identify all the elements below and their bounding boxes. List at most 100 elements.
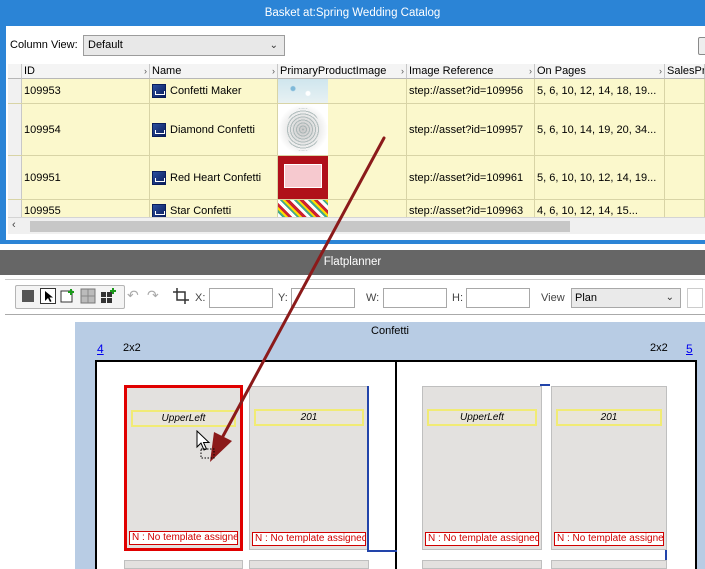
redo-icon[interactable]: ↷: [147, 287, 159, 304]
cell-image-ref: step://asset?id=109957: [407, 104, 535, 155]
cell-on-pages: 5, 6, 10, 10, 12, 14, 19...: [535, 156, 665, 199]
right-page-number-link[interactable]: 5: [686, 342, 693, 356]
chevron-right-icon: ›: [272, 66, 275, 76]
slot-label: 201: [254, 409, 364, 426]
spread-title: Confetti: [371, 325, 409, 337]
product-icon: [152, 170, 166, 185]
page-slot[interactable]: [249, 560, 369, 569]
page-slot[interactable]: UpperLeft N : No template assigned: [422, 386, 542, 550]
page-slot[interactable]: UpperLeft N : No template assigned: [124, 385, 243, 551]
y-input[interactable]: [291, 288, 355, 308]
table-row[interactable]: 109954 Diamond Confetti step://asset?id=…: [8, 104, 705, 156]
template-warning: N : No template assigned: [554, 532, 664, 546]
cell-on-pages: 5, 6, 10, 12, 14, 18, 19...: [535, 79, 665, 103]
cell-image: [278, 104, 407, 155]
crop-icon[interactable]: [173, 288, 189, 304]
cell-id: 109951: [22, 156, 150, 199]
column-header-name[interactable]: Name ›: [150, 64, 278, 79]
view-label: View: [541, 292, 565, 304]
column-header-on-pages[interactable]: On Pages ›: [535, 64, 665, 79]
page-slot[interactable]: [124, 560, 243, 569]
row-header[interactable]: [8, 104, 22, 155]
page-slot[interactable]: [551, 560, 667, 569]
template-warning: N : No template assigned: [129, 531, 238, 545]
horizontal-scrollbar[interactable]: ‹: [8, 217, 705, 234]
row-header-corner: [8, 64, 22, 79]
table-row[interactable]: 109953 Confetti Maker step://asset?id=10…: [8, 79, 705, 104]
product-thumbnail: [278, 104, 328, 155]
w-input[interactable]: [383, 288, 447, 308]
column-header-name-label: Name: [152, 65, 182, 77]
column-view-select[interactable]: Default ⌄: [83, 35, 285, 56]
template-warning: N : No template assigned: [252, 532, 366, 546]
cell-name: Red Heart Confetti: [150, 156, 278, 199]
table-row[interactable]: 109951 Red Heart Confetti step://asset?i…: [8, 156, 705, 200]
cell-on-pages: 4, 6, 10, 12, 14, 15...: [535, 200, 665, 217]
row-header[interactable]: [8, 156, 22, 199]
cell-sales-price: [665, 104, 705, 155]
basket-title-bar: Basket at:Spring Wedding Catalog: [0, 0, 705, 26]
drag-cursor-icon: [196, 430, 215, 459]
cell-image-ref: step://asset?id=109961: [407, 156, 535, 199]
add-box-icon[interactable]: [60, 288, 76, 304]
cell-image: [278, 156, 407, 199]
cell-sales-price: [665, 156, 705, 199]
flatplanner-title-bar: Flatplanner: [0, 250, 705, 275]
cell-sales-price: [665, 79, 705, 103]
options-button[interactable]: [698, 37, 705, 55]
column-header-image[interactable]: PrimaryProductImage ›: [278, 64, 407, 79]
cell-image-ref: step://asset?id=109956: [407, 79, 535, 103]
slot-edge-marker: [665, 550, 667, 560]
slot-edge-marker: [540, 384, 550, 386]
undo-icon[interactable]: ↶: [127, 287, 139, 304]
add-grid-icon[interactable]: [100, 288, 116, 304]
slot-edge-marker: [367, 386, 369, 552]
cell-name: Star Confetti: [150, 200, 278, 217]
left-page-number-link[interactable]: 4: [97, 342, 104, 356]
page-tool-icon[interactable]: [20, 288, 36, 304]
product-name: Diamond Confetti: [170, 123, 255, 136]
select-pointer-icon[interactable]: [40, 288, 56, 304]
column-view-value: Default: [88, 39, 123, 51]
column-header-sales-price-label: SalesPric: [667, 65, 704, 77]
chevron-down-icon: ⌄: [269, 40, 278, 51]
product-icon: [152, 122, 166, 137]
page-slot[interactable]: [422, 560, 542, 569]
basket-table: ID › Name › PrimaryProductImage › Image Ref…: [8, 64, 705, 217]
chevron-right-icon: ›: [401, 66, 404, 76]
left-grid-label: 2x2: [123, 342, 141, 354]
column-header-image-ref[interactable]: Image Reference ›: [407, 64, 535, 79]
column-header-id[interactable]: ID ›: [22, 64, 150, 79]
x-label: X:: [195, 292, 206, 304]
cell-id: 109954: [22, 104, 150, 155]
cell-id: 109953: [22, 79, 150, 103]
cell-image: [278, 200, 407, 217]
cell-on-pages: 5, 6, 10, 14, 19, 20, 34...: [535, 104, 665, 155]
row-header[interactable]: [8, 200, 22, 217]
cell-image: [278, 79, 407, 103]
chevron-right-icon: ›: [659, 66, 662, 76]
column-header-sales-price[interactable]: SalesPric: [665, 64, 705, 79]
product-thumbnail: [278, 79, 328, 103]
column-header-on-pages-label: On Pages: [537, 65, 586, 77]
grid-fill-icon[interactable]: [80, 288, 96, 304]
page-slot[interactable]: 201 N : No template assigned: [551, 386, 667, 550]
chevron-left-icon[interactable]: ‹: [12, 219, 16, 231]
product-thumbnail: [278, 156, 328, 199]
x-input[interactable]: [209, 288, 273, 308]
product-name: Confetti Maker: [170, 85, 242, 97]
h-label: H:: [452, 292, 463, 304]
chevron-right-icon: ›: [529, 66, 532, 76]
row-header[interactable]: [8, 79, 22, 103]
table-row[interactable]: 109955 Star Confetti step://asset?id=109…: [8, 200, 705, 217]
slot-label: UpperLeft: [427, 409, 537, 426]
view-select[interactable]: Plan ⌄: [571, 288, 681, 308]
extra-toolbar-control[interactable]: [687, 288, 703, 308]
h-input[interactable]: [466, 288, 530, 308]
scrollbar-thumb[interactable]: [30, 221, 570, 232]
cell-name: Confetti Maker: [150, 79, 278, 103]
cell-name: Diamond Confetti: [150, 104, 278, 155]
chevron-down-icon: ⌄: [665, 292, 674, 303]
product-icon: [152, 203, 166, 217]
page-slot[interactable]: 201 N : No template assigned: [249, 386, 369, 550]
